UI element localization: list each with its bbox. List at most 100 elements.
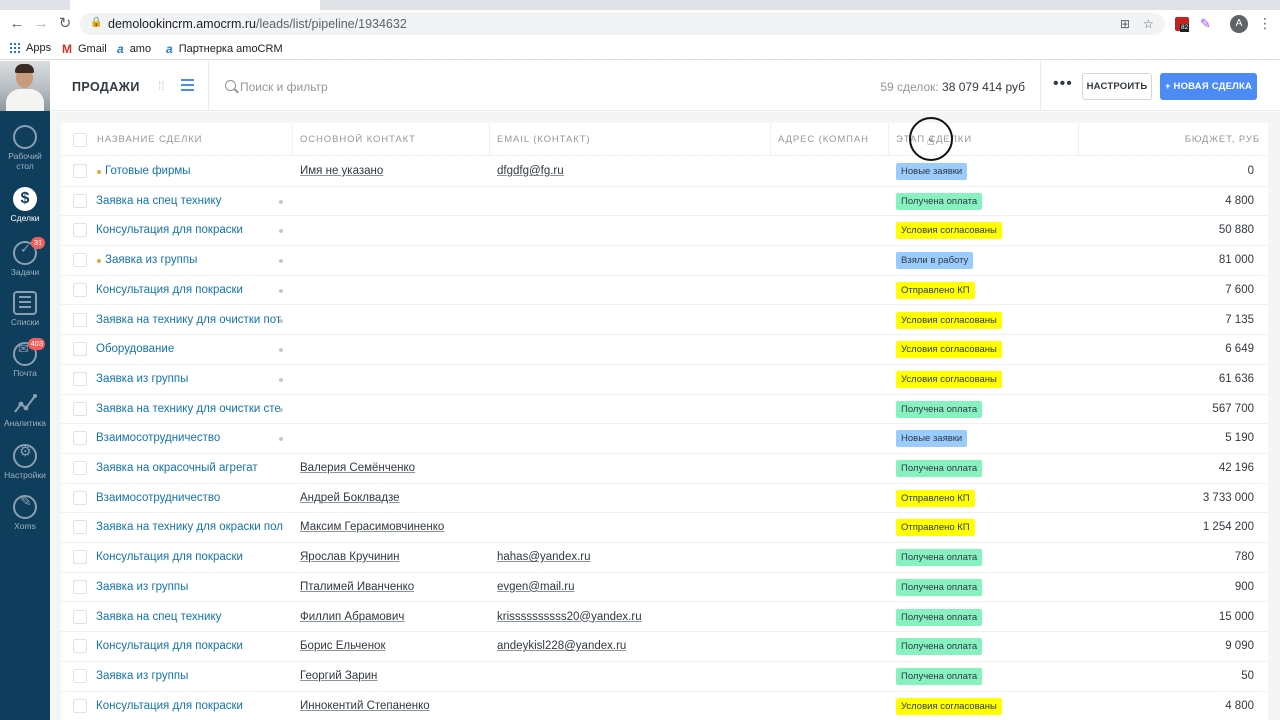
table-row[interactable]: Заявка на технику для очистки сте Получен… xyxy=(61,395,1268,425)
sidebar-item-tasks[interactable]: ✓ 31 Задачи xyxy=(0,237,50,277)
table-row[interactable]: Заявка на технику для очистки пот Условия… xyxy=(61,306,1268,336)
table-row[interactable]: Заявка на спец технику Филлип Абрамович kr… xyxy=(61,603,1268,633)
row-menu-dot-icon[interactable] xyxy=(279,407,283,412)
user-avatar[interactable] xyxy=(0,61,50,111)
deal-name-link[interactable]: Готовые фирмы xyxy=(105,165,295,177)
table-row[interactable]: Заявка из группы Условия согласованы 61 63… xyxy=(61,365,1268,395)
row-checkbox[interactable] xyxy=(73,490,87,505)
row-checkbox[interactable] xyxy=(73,550,87,565)
deal-name-link[interactable]: Заявка на окрасочный агрегат xyxy=(96,462,286,474)
email-link[interactable]: andeykisl228@yandex.ru xyxy=(497,640,626,652)
deal-name-link[interactable]: Заявка на технику для очистки пот xyxy=(96,314,286,326)
column-header[interactable]: АДРЕС (КОМПАНИЯ) xyxy=(778,134,868,145)
url-text[interactable]: demolookincrm.amocrm.ru/leads/list/pipel… xyxy=(108,17,407,31)
table-row[interactable]: Заявка на технику для окраски пол Максим … xyxy=(61,513,1268,544)
table-row[interactable]: Консультация для покраски Иннокентий Степ… xyxy=(61,692,1268,720)
table-row[interactable]: Заявка на окрасочный агрегат Валерия Семё… xyxy=(61,454,1268,484)
table-row[interactable]: Консультация для покраски Ярослав Кручини… xyxy=(61,543,1268,573)
sidebar-item-lists[interactable]: Списки xyxy=(0,291,50,327)
table-row[interactable]: Взаимосотрудничество Новые заявки 5 190 xyxy=(61,424,1268,454)
bookmark-gmail[interactable]: M Gmail xyxy=(62,42,107,56)
row-checkbox[interactable] xyxy=(73,253,87,268)
table-row[interactable]: Заявка из группы Взяли в работу 81 000 xyxy=(61,246,1268,276)
deal-name-link[interactable]: Взаимосотрудничество xyxy=(96,432,286,444)
browser-menu-icon[interactable]: ⋮ xyxy=(1258,15,1272,32)
row-checkbox[interactable] xyxy=(73,698,87,713)
email-link[interactable]: dfgdfg@fg.ru xyxy=(497,165,564,177)
deal-name-link[interactable]: Консультация для покраски xyxy=(96,284,286,296)
table-row[interactable]: Консультация для покраски Условия согласо… xyxy=(61,216,1268,247)
row-checkbox[interactable] xyxy=(73,461,87,475)
table-row[interactable]: Заявка на спец технику Получена оплата 4 8… xyxy=(61,187,1268,217)
deal-name-link[interactable]: Консультация для покраски xyxy=(96,640,286,652)
contact-link[interactable]: Максим Герасимовчиненко xyxy=(300,521,444,533)
kanban-view-icon[interactable]: ⁞⁞ xyxy=(158,80,170,92)
extension-icon[interactable]: 82 xyxy=(1175,17,1190,32)
deal-name-link[interactable]: Заявка из группы xyxy=(96,373,286,385)
table-row[interactable]: Консультация для покраски Борис Ельченок a… xyxy=(61,632,1268,662)
search-input[interactable] xyxy=(240,78,540,96)
deal-name-link[interactable]: Консультация для покраски xyxy=(96,700,286,712)
star-icon[interactable]: ☆ xyxy=(1143,17,1154,31)
row-checkbox[interactable] xyxy=(73,282,87,297)
row-checkbox[interactable] xyxy=(73,371,87,386)
column-header[interactable]: БЮДЖЕТ, РУБ xyxy=(1185,134,1260,145)
sidebar-item-xoms[interactable]: ✎ Xoms xyxy=(0,494,50,531)
reload-icon[interactable]: ↻ xyxy=(56,15,74,33)
table-row[interactable]: Готовые фирмы Имя не указано dfgdfg@fg.ru Н… xyxy=(61,157,1268,187)
sidebar-item-deals[interactable]: $ Сделки xyxy=(0,187,50,223)
sidebar-item-analytics[interactable]: Аналитика xyxy=(0,392,50,428)
browser-tab[interactable] xyxy=(70,0,320,10)
deal-name-link[interactable]: Заявка на технику для очистки сте xyxy=(96,403,286,415)
contact-link[interactable]: Иннокентий Степаненко xyxy=(300,700,430,712)
contact-link[interactable]: Борис Ельченок xyxy=(300,640,385,652)
forward-icon[interactable]: → xyxy=(32,15,50,33)
pen-extension-icon[interactable]: ✎ xyxy=(1200,17,1214,31)
column-header[interactable]: НАЗВАНИЕ СДЕЛКИ xyxy=(97,134,287,145)
bookmark-amo-partner[interactable]: a Партнерка amoCRM xyxy=(166,42,283,56)
deal-name-link[interactable]: Заявка на спец технику xyxy=(96,611,286,623)
row-menu-dot-icon[interactable] xyxy=(279,288,283,293)
table-row[interactable]: Взаимосотрудничество Андрей Боклвадзе Отпр… xyxy=(61,484,1268,514)
new-deal-button[interactable]: + НОВАЯ СДЕЛКА xyxy=(1160,73,1257,100)
deal-name-link[interactable]: Консультация для покраски xyxy=(96,551,286,563)
profile-avatar[interactable]: A xyxy=(1230,15,1248,33)
contact-link[interactable]: Филлип Абрамович xyxy=(300,611,404,623)
email-link[interactable]: evgen@mail.ru xyxy=(497,581,575,593)
translate-icon[interactable]: ⊞ xyxy=(1120,17,1130,31)
row-checkbox[interactable] xyxy=(73,312,87,327)
row-checkbox[interactable] xyxy=(73,164,87,178)
deal-name-link[interactable]: Заявка из группы xyxy=(96,670,286,682)
row-checkbox[interactable] xyxy=(73,609,87,624)
sidebar-item-settings[interactable]: ⚙ Настройки xyxy=(0,444,50,480)
row-checkbox[interactable] xyxy=(73,342,87,357)
row-checkbox[interactable] xyxy=(73,401,87,416)
select-all-checkbox[interactable] xyxy=(73,133,87,147)
row-checkbox[interactable] xyxy=(73,639,87,654)
address-bar[interactable]: 🔒 demolookincrm.amocrm.ru/leads/list/pip… xyxy=(80,13,1165,35)
row-checkbox[interactable] xyxy=(73,579,87,594)
deal-name-link[interactable]: Заявка на спец технику xyxy=(96,195,286,207)
contact-link[interactable]: Ярослав Кручинин xyxy=(300,551,400,563)
table-row[interactable]: Заявка из группы Пталимей Иванченко evgen@… xyxy=(61,573,1268,603)
row-checkbox[interactable] xyxy=(73,193,87,208)
deal-name-link[interactable]: Заявка на технику для окраски пол xyxy=(96,521,286,533)
column-header[interactable]: ОСНОВНОЙ КОНТАКТ xyxy=(300,134,490,145)
contact-link[interactable]: Валерия Семёнченко xyxy=(300,462,415,474)
bookmark-amo[interactable]: a amo xyxy=(117,42,151,56)
table-row[interactable]: Оборудование Условия согласованы 6 649 xyxy=(61,335,1268,365)
contact-link[interactable]: Имя не указано xyxy=(300,165,383,177)
row-checkbox[interactable] xyxy=(73,431,87,446)
deal-name-link[interactable]: Взаимосотрудничество xyxy=(96,492,286,504)
row-checkbox[interactable] xyxy=(73,520,87,535)
contact-link[interactable]: Андрей Боклвадзе xyxy=(300,492,400,504)
table-row[interactable]: Заявка из группы Георгий Зарин Получена оп… xyxy=(61,662,1268,692)
column-header[interactable]: EMAIL (КОНТАКТ) xyxy=(497,134,767,145)
deal-name-link[interactable]: Заявка из группы xyxy=(96,581,286,593)
row-menu-dot-icon[interactable] xyxy=(279,377,283,382)
deal-name-link[interactable]: Оборудование xyxy=(96,343,286,355)
table-row[interactable]: Консультация для покраски Отправлено КП 7 … xyxy=(61,276,1268,306)
contact-link[interactable]: Пталимей Иванченко xyxy=(300,581,414,593)
deal-name-link[interactable]: Консультация для покраски xyxy=(96,224,286,236)
row-menu-dot-icon[interactable] xyxy=(279,318,283,323)
